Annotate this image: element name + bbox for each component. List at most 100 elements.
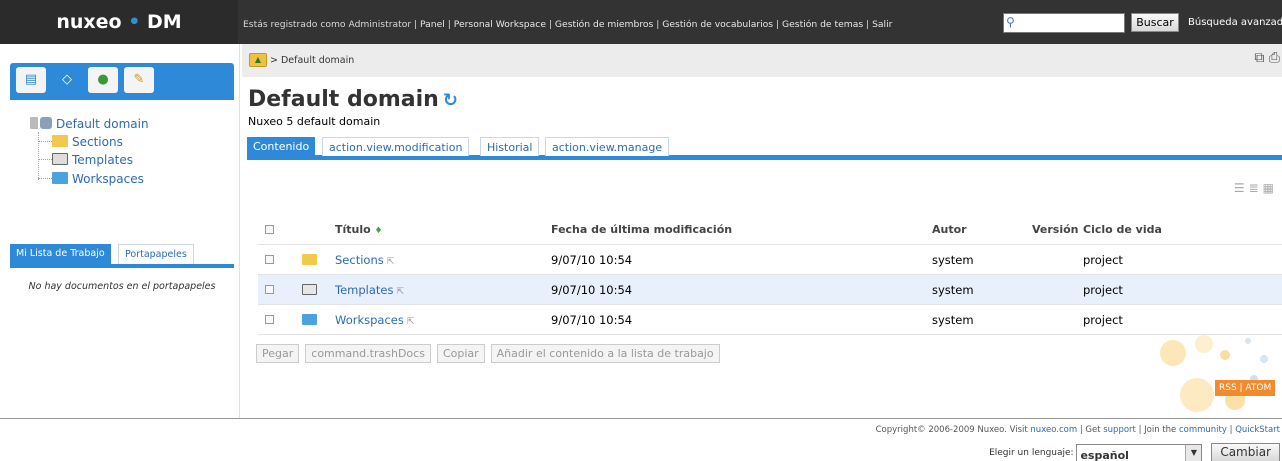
link-theme-management[interactable]: Gestión de temas xyxy=(782,19,863,30)
select-all-checkbox[interactable] xyxy=(265,225,274,234)
footer-text: | Get xyxy=(1079,425,1101,435)
edit-icon[interactable]: ✎ xyxy=(124,67,154,93)
open-external-icon[interactable]: ⇱ xyxy=(407,317,415,327)
modified-cell: 9/07/10 10:54 xyxy=(551,313,633,327)
tree-line xyxy=(38,141,52,142)
row-checkbox[interactable] xyxy=(265,255,274,264)
tree-node-label: Workspaces xyxy=(72,172,144,186)
tab-manage[interactable]: action.view.manage xyxy=(545,137,670,156)
author-cell: system xyxy=(932,313,974,327)
title-cell: Templates ⇱ xyxy=(335,275,404,305)
open-external-icon[interactable]: ⇱ xyxy=(387,257,395,267)
logo-dm: DM xyxy=(146,11,182,33)
language-value: español xyxy=(1080,448,1129,461)
link-logout[interactable]: Salir xyxy=(872,19,892,30)
language-label: Elegir un lenguaje: xyxy=(989,448,1074,458)
footer-separator: | xyxy=(1229,425,1233,435)
language-select[interactable]: español ▼ xyxy=(1076,443,1203,461)
tag-icon[interactable]: ◇ xyxy=(52,67,82,93)
sort-icon: ♦ xyxy=(374,226,383,236)
modified-cell: 9/07/10 10:54 xyxy=(551,253,633,267)
column-header-author[interactable]: Autor xyxy=(932,215,967,245)
chevron-down-icon: ▼ xyxy=(1185,444,1202,461)
sidebar-tabs: ▤ ◇ ● ✎ xyxy=(10,63,234,97)
document-link[interactable]: Workspaces xyxy=(335,313,404,327)
language-selector: Elegir un lenguaje: español ▼ Cambiar xyxy=(989,443,1280,461)
up-folder-icon[interactable]: ▲ xyxy=(249,53,267,67)
author-cell: system xyxy=(932,283,974,297)
page-tools: ⧉ ⎙ xyxy=(1254,50,1280,66)
tree-line xyxy=(38,178,52,179)
row-checkbox[interactable] xyxy=(265,285,274,294)
table-header-row: Título ♦ Fecha de última modificación Au… xyxy=(258,215,1282,245)
logo-dot: • xyxy=(121,11,147,33)
link-member-management[interactable]: Gestión de miembros xyxy=(555,19,653,30)
tree-node-label: Templates xyxy=(72,153,134,167)
tab-modification[interactable]: action.view.modification xyxy=(322,137,470,156)
tree-node-workspaces[interactable]: Workspaces xyxy=(52,172,144,186)
link-personal-workspace[interactable]: Personal Workspace xyxy=(454,19,546,30)
document-link[interactable]: Sections xyxy=(335,253,384,267)
add-to-worklist-button[interactable]: Añadir el contenido a la lista de trabaj… xyxy=(490,344,720,363)
lifecycle-cell: project xyxy=(1083,283,1123,297)
sidebar-tabs-underline xyxy=(10,97,234,100)
footer-divider xyxy=(0,418,1282,419)
column-header-lifecycle[interactable]: Ciclo de vida xyxy=(1083,215,1162,245)
top-bar: nuxeo • DM Estás registrado como Adminis… xyxy=(0,0,1282,44)
tab-history[interactable]: Historial xyxy=(480,137,540,156)
refresh-icon[interactable]: ↻ xyxy=(443,90,458,111)
registered-user-text: Estás registrado como Administrator xyxy=(243,19,412,30)
navigation-tab-icon[interactable]: ▤ xyxy=(16,67,46,93)
tab-clipboard[interactable]: Portapapeles xyxy=(118,244,194,264)
community-link[interactable]: community xyxy=(1179,425,1227,435)
link-panel[interactable]: Panel xyxy=(420,19,445,30)
column-header-version[interactable]: Versión xyxy=(1032,215,1079,245)
print-icon[interactable]: ⎙ xyxy=(1269,50,1280,66)
table-row[interactable]: Sections ⇱ 9/07/10 10:54 system project xyxy=(258,245,1282,275)
open-external-icon[interactable]: ⇱ xyxy=(396,287,404,297)
footer-text: | Join the xyxy=(1138,425,1177,435)
thumbnail-view-icon[interactable]: ▦ xyxy=(1263,181,1278,195)
column-header-modified[interactable]: Fecha de última modificación xyxy=(551,215,732,245)
user-links: Estás registrado como Administrator | Pa… xyxy=(243,19,893,30)
lifecycle-cell: project xyxy=(1083,313,1123,327)
tree-node-default-domain[interactable]: Default domain xyxy=(30,117,149,131)
quickstart-link[interactable]: QuickStart xyxy=(1235,425,1280,435)
breadcrumb[interactable]: > Default domain xyxy=(270,55,354,66)
list-view-icon[interactable]: ☰ xyxy=(1234,181,1249,195)
advanced-search-link[interactable]: Búsqueda avanzada xyxy=(1188,17,1282,28)
paste-button[interactable]: Pegar xyxy=(256,344,300,363)
link-vocabulary-management[interactable]: Gestión de vocabularios xyxy=(662,19,773,30)
nuxeo-dm-logo[interactable]: nuxeo • DM xyxy=(0,0,238,44)
row-checkbox[interactable] xyxy=(265,315,274,324)
nuxeo-link[interactable]: nuxeo.com xyxy=(1030,425,1077,435)
copy-button[interactable]: Copiar xyxy=(436,344,485,363)
page-title: Default domain ↻ xyxy=(248,87,458,112)
table-actions: Pegar command.trashDocs Copiar Añadir el co… xyxy=(256,344,726,363)
support-link[interactable]: support xyxy=(1103,425,1136,435)
search-button[interactable]: Buscar xyxy=(1131,13,1179,32)
tab-content[interactable]: Contenido xyxy=(247,137,316,156)
document-link[interactable]: Templates xyxy=(335,283,393,297)
search-input[interactable]: ⚲ xyxy=(1003,13,1125,33)
table-row[interactable]: Templates ⇱ 9/07/10 10:54 system project xyxy=(258,275,1282,305)
globe-icon[interactable]: ● xyxy=(88,67,118,93)
trash-button[interactable]: command.trashDocs xyxy=(305,344,431,363)
decorative-dots xyxy=(1150,330,1282,420)
tree-line xyxy=(38,132,39,180)
tree-node-sections[interactable]: Sections xyxy=(52,135,123,149)
detail-view-icon[interactable]: ≣ xyxy=(1249,181,1263,195)
table-row[interactable]: Workspaces ⇱ 9/07/10 10:54 system project xyxy=(258,305,1282,335)
lifecycle-cell: project xyxy=(1083,253,1123,267)
folder-icon xyxy=(52,135,68,147)
clipboard-empty-message: No hay documentos en el portapapeles xyxy=(28,281,216,292)
page-description: Nuxeo 5 default domain xyxy=(248,115,381,128)
tab-worklist[interactable]: Mi Lista de Trabajo xyxy=(10,244,111,264)
tree-toggle-icon[interactable] xyxy=(30,117,38,129)
tree-node-templates[interactable]: Templates xyxy=(52,153,133,167)
change-language-button[interactable]: Cambiar xyxy=(1211,443,1280,461)
copy-icon[interactable]: ⧉ xyxy=(1254,50,1264,66)
column-header-title[interactable]: Título ♦ xyxy=(335,215,383,245)
feeds-link[interactable]: RSS | ATOM xyxy=(1215,380,1276,396)
breadcrumb-bar: ▲ > Default domain ⧉ ⎙ xyxy=(242,44,1282,77)
